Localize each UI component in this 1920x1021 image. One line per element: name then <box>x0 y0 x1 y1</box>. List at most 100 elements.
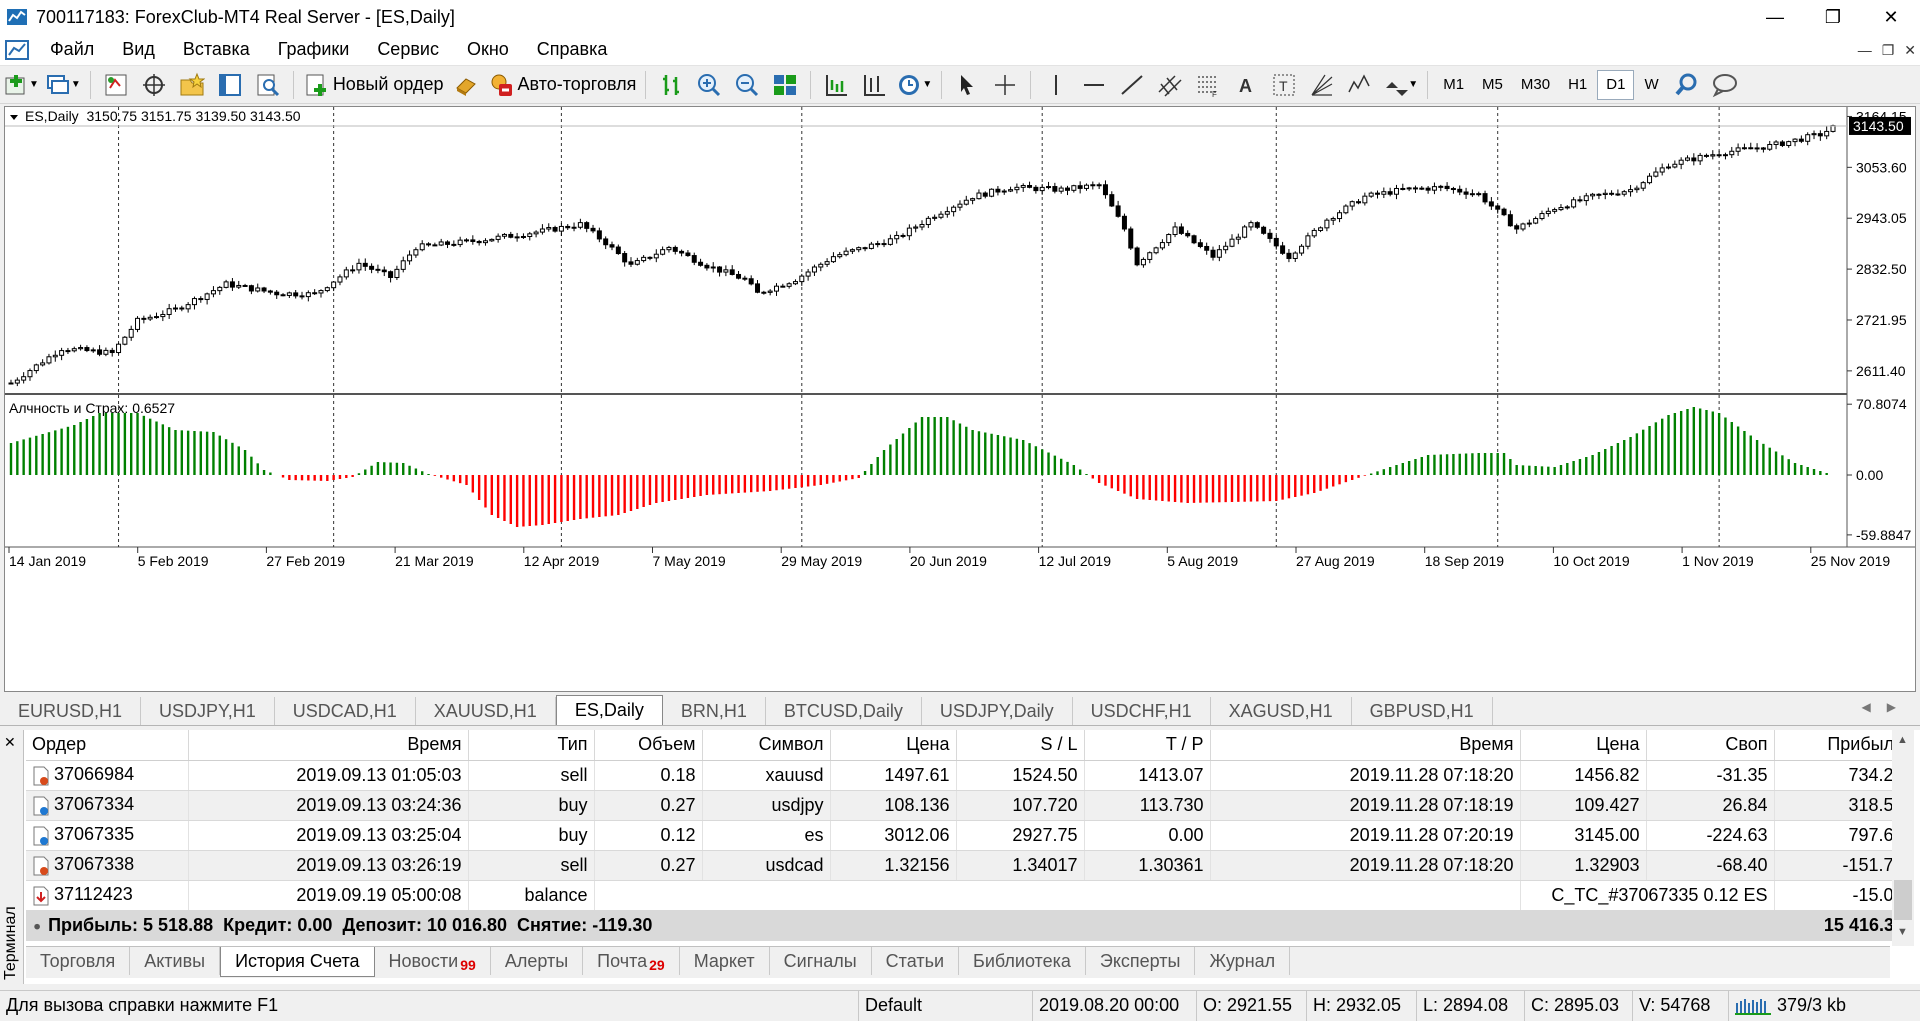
search-button[interactable] <box>1671 69 1703 101</box>
chart-header-arrow-icon[interactable] <box>10 115 18 120</box>
restore-button[interactable]: ❐ <box>1804 0 1862 34</box>
close-button[interactable]: ✕ <box>1862 0 1920 34</box>
market-watch-button[interactable] <box>100 69 132 101</box>
text-tool-button[interactable]: A <box>1230 69 1262 101</box>
chart-tab-eurusd-h1[interactable]: EURUSD,H1 <box>0 697 142 725</box>
auto-trading-button[interactable]: Авто-торговля <box>488 69 636 101</box>
table-row[interactable]: 37067338 2019.09.13 03:26:19 sell 0.27 usdca… <box>26 850 1911 881</box>
metaeditor-button[interactable] <box>450 69 482 101</box>
text-label-tool-button[interactable]: T <box>1268 69 1300 101</box>
timeframe-w-button[interactable]: W <box>1636 70 1666 100</box>
timeframe-m30-button[interactable]: M30 <box>1513 70 1558 100</box>
chart-tab-xauusd-h1[interactable]: XAUUSD,H1 <box>416 697 556 725</box>
chart-tab-btcusd-daily[interactable]: BTCUSD,Daily <box>766 697 922 725</box>
new-order-button[interactable]: Новый ордер <box>303 69 444 101</box>
auto-scroll-button[interactable] <box>820 69 852 101</box>
chart-shift-button[interactable] <box>858 69 890 101</box>
table-scrollbar[interactable]: ▲ ▼ <box>1892 730 1914 946</box>
chart-tab-es-daily[interactable]: ES,Daily <box>555 695 663 725</box>
mdi-restore-button[interactable]: ❐ <box>1882 42 1895 59</box>
menu-window[interactable]: Окно <box>453 39 523 60</box>
mdi-close-button[interactable]: ✕ <box>1904 42 1916 59</box>
column-header[interactable]: Время <box>1210 730 1521 761</box>
bar-chart-button[interactable] <box>655 69 687 101</box>
chart-tab-gbpusd-h1[interactable]: GBPUSD,H1 <box>1352 697 1493 725</box>
column-header[interactable]: Тип <box>468 730 595 761</box>
timeframe-d1-button[interactable]: D1 <box>1597 69 1635 100</box>
column-header[interactable]: Объем <box>594 730 703 761</box>
minimize-button[interactable]: — <box>1746 0 1804 34</box>
scrollbar-thumb[interactable] <box>1894 880 1912 920</box>
tab-scroll-arrows-icon[interactable]: ◀▶ <box>1862 700 1912 714</box>
tile-windows-button[interactable] <box>769 69 801 101</box>
zoom-in-button[interactable] <box>693 69 725 101</box>
timeframe-h1-button[interactable]: H1 <box>1560 70 1595 100</box>
chart-tab-usdjpy-h1[interactable]: USDJPY,H1 <box>141 697 275 725</box>
chart-tab-usdjpy-daily[interactable]: USDJPY,Daily <box>922 697 1073 725</box>
terminal-tab[interactable]: Эксперты <box>1086 947 1196 975</box>
terminal-tab[interactable]: Почта 29 <box>583 947 680 975</box>
chart-tab-usdcad-h1[interactable]: USDCAD,H1 <box>275 697 416 725</box>
column-header[interactable]: Своп <box>1646 730 1775 761</box>
gann-tool-button[interactable] <box>1306 69 1338 101</box>
terminal-tab[interactable]: Торговля <box>26 947 131 975</box>
column-header[interactable]: S / L <box>956 730 1085 761</box>
strategy-tester-button[interactable] <box>252 69 284 101</box>
scroll-up-arrow-icon[interactable]: ▲ <box>1897 734 1908 746</box>
profiles-button[interactable]: ▼ <box>45 69 81 101</box>
terminal-tab[interactable]: Сигналы <box>770 947 872 975</box>
candle-bull <box>116 343 122 354</box>
terminal-tab[interactable]: История Счета <box>220 947 375 977</box>
cursor-tool-button[interactable] <box>951 69 983 101</box>
menu-charts[interactable]: Графики <box>264 39 364 60</box>
terminal-button[interactable] <box>214 69 246 101</box>
fibonacci-tool-button[interactable]: F <box>1192 69 1224 101</box>
chart-tab-brn-h1[interactable]: BRN,H1 <box>663 697 766 725</box>
periods-button[interactable]: ▼ <box>896 69 932 101</box>
table-row-balance[interactable]: 37112423 2019.09.19 05:00:08 balance C_TC_#… <box>26 880 1911 911</box>
column-header[interactable]: Время <box>188 730 469 761</box>
chart-window[interactable]: 3164.15 3053.60 2943.05 2832.50 2721.95 2611.… <box>4 106 1916 692</box>
data-window-button[interactable] <box>138 69 170 101</box>
equidistant-channel-tool-button[interactable] <box>1154 69 1186 101</box>
terminal-tab[interactable]: Активы <box>130 947 221 975</box>
trendline-tool-button[interactable] <box>1116 69 1148 101</box>
navigator-button[interactable] <box>176 69 208 101</box>
column-header[interactable]: Цена <box>830 730 957 761</box>
terminal-close-icon[interactable]: ✕ <box>4 734 16 751</box>
terminal-tab[interactable]: Статьи <box>872 947 960 975</box>
table-row[interactable]: 37067335 2019.09.13 03:25:04 buy 0.12 es 3012… <box>26 820 1911 851</box>
crosshair-tool-button[interactable] <box>989 69 1021 101</box>
menu-view[interactable]: Вид <box>108 39 169 60</box>
chart-tab-usdchf-h1[interactable]: USDCHF,H1 <box>1073 697 1211 725</box>
timeframe-m5-button[interactable]: M5 <box>1474 70 1511 100</box>
table-row[interactable]: 37067334 2019.09.13 03:24:36 buy 0.27 usdjpy… <box>26 790 1911 821</box>
timeframe-m1-button[interactable]: M1 <box>1435 70 1472 100</box>
terminal-tab[interactable]: Библиотека <box>959 947 1086 975</box>
menu-tools[interactable]: Сервис <box>363 39 453 60</box>
column-header[interactable]: Ордер <box>26 730 189 761</box>
terminal-tab[interactable]: Алерты <box>491 947 584 975</box>
column-header[interactable]: T / P <box>1084 730 1211 761</box>
chart-tab-xagusd-h1[interactable]: XAGUSD,H1 <box>1211 697 1352 725</box>
column-header[interactable]: Цена <box>1520 730 1647 761</box>
table-row[interactable]: 37066984 2019.09.13 01:05:03 sell 0.18 xauus… <box>26 760 1911 791</box>
column-header[interactable]: Символ <box>702 730 831 761</box>
arrows-tool-button[interactable]: ▼ <box>1382 69 1418 101</box>
mdi-minimize-button[interactable]: — <box>1858 42 1872 58</box>
new-chart-button[interactable]: ▼ <box>3 69 39 101</box>
price-chart[interactable]: 3164.153053.602943.052832.502721.952611.… <box>5 107 1915 691</box>
menu-file[interactable]: Файл <box>36 39 108 60</box>
elliott-tool-button[interactable] <box>1344 69 1376 101</box>
menu-help[interactable]: Справка <box>523 39 622 60</box>
scroll-down-arrow-icon[interactable]: ▼ <box>1897 926 1908 938</box>
chat-button[interactable] <box>1709 69 1741 101</box>
zoom-out-button[interactable] <box>731 69 763 101</box>
terminal-tab[interactable]: Журнал <box>1195 947 1291 975</box>
terminal-tab[interactable]: Маркет <box>680 947 770 975</box>
menu-insert[interactable]: Вставка <box>169 39 264 60</box>
horizontal-line-tool-button[interactable] <box>1078 69 1110 101</box>
column-header[interactable]: Прибыль <box>1774 730 1911 761</box>
vertical-line-tool-button[interactable] <box>1040 69 1072 101</box>
terminal-tab[interactable]: Новости 99 <box>375 947 491 975</box>
